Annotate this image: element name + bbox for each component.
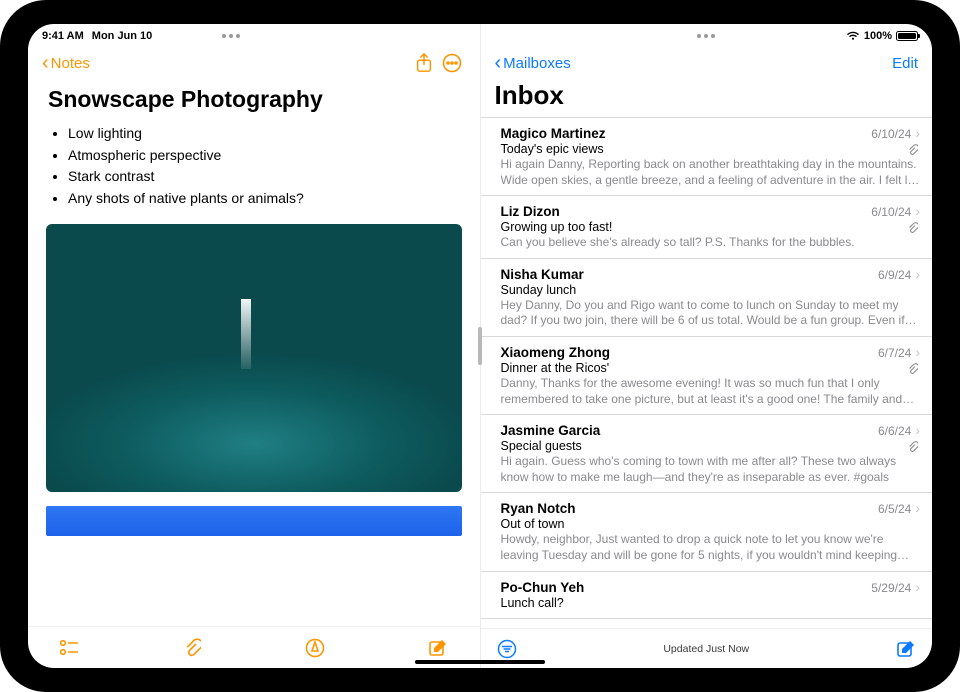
status-bar-right: 100% bbox=[481, 24, 933, 46]
notes-nav-bar: ‹ Notes bbox=[28, 46, 480, 80]
status-time: 9:41 AM bbox=[42, 30, 84, 42]
mail-bottom-toolbar: Updated Just Now bbox=[481, 628, 933, 668]
split-view-handle[interactable] bbox=[478, 327, 482, 365]
mail-date: 5/29/24 bbox=[871, 581, 911, 595]
pencil-tip-icon bbox=[305, 638, 325, 658]
chevron-right-icon: › bbox=[915, 344, 920, 360]
mail-date: 6/9/24 bbox=[878, 268, 911, 282]
checklist-button[interactable] bbox=[54, 639, 84, 657]
note-bullet: Stark contrast bbox=[68, 166, 462, 188]
note-image[interactable] bbox=[46, 224, 462, 492]
notes-back-button[interactable]: ‹ Notes bbox=[42, 53, 90, 73]
mail-app-pane: 100% ‹ Mailboxes Edit Inbox Magico Marti… bbox=[481, 24, 933, 668]
chevron-right-icon: › bbox=[915, 125, 920, 141]
chevron-right-icon: › bbox=[915, 266, 920, 282]
mail-preview: Howdy, neighbor, Just wanted to drop a q… bbox=[501, 532, 921, 563]
chevron-right-icon: › bbox=[915, 579, 920, 595]
multitask-dots-icon[interactable] bbox=[152, 34, 309, 38]
mail-sender: Ryan Notch bbox=[501, 501, 878, 516]
note-bullet: Any shots of native plants or animals? bbox=[68, 188, 462, 210]
mail-sender: Jasmine Garcia bbox=[501, 423, 878, 438]
screen: 9:41 AM Mon Jun 10 ‹ Notes bbox=[28, 24, 932, 668]
mail-sender: Liz Dizon bbox=[501, 204, 872, 219]
mail-item[interactable]: Magico Martinez 6/10/24 › Today's epic v… bbox=[481, 117, 933, 196]
mailboxes-back-label: Mailboxes bbox=[503, 55, 571, 72]
mail-message-list[interactable]: Magico Martinez 6/10/24 › Today's epic v… bbox=[481, 117, 933, 628]
wifi-icon bbox=[846, 31, 860, 41]
chevron-right-icon: › bbox=[915, 500, 920, 516]
note-title: Snowscape Photography bbox=[48, 86, 462, 113]
square-pencil-icon bbox=[428, 638, 448, 658]
mail-sender: Po-Chun Yeh bbox=[501, 580, 872, 595]
paperclip-icon bbox=[183, 638, 201, 658]
paperclip-icon bbox=[907, 363, 918, 375]
ipad-device-frame: 9:41 AM Mon Jun 10 ‹ Notes bbox=[0, 0, 960, 692]
chevron-right-icon: › bbox=[915, 422, 920, 438]
mail-subject: Sunday lunch bbox=[501, 283, 921, 297]
note-image-secondary[interactable] bbox=[46, 506, 462, 536]
paperclip-icon bbox=[907, 441, 918, 453]
mail-subject: Special guests bbox=[501, 439, 921, 453]
edit-button[interactable]: Edit bbox=[892, 55, 918, 72]
mailboxes-back-button[interactable]: ‹ Mailboxes bbox=[495, 53, 571, 73]
notes-bottom-toolbar bbox=[28, 626, 480, 668]
mail-date: 6/7/24 bbox=[878, 346, 911, 360]
mail-item[interactable]: Po-Chun Yeh 5/29/24 › Lunch call? bbox=[481, 572, 933, 619]
attachment-button[interactable] bbox=[177, 638, 207, 658]
notes-back-label: Notes bbox=[51, 55, 90, 72]
note-content-area[interactable]: Snowscape Photography Low lightingAtmosp… bbox=[28, 80, 480, 626]
battery-icon bbox=[896, 31, 918, 41]
updated-label: Updated Just Now bbox=[481, 643, 933, 655]
mail-date: 6/6/24 bbox=[878, 424, 911, 438]
status-bar-left: 9:41 AM Mon Jun 10 bbox=[28, 24, 480, 46]
note-bullet: Low lighting bbox=[68, 123, 462, 145]
note-bullet: Atmospheric perspective bbox=[68, 145, 462, 167]
mail-date: 6/10/24 bbox=[871, 205, 911, 219]
paperclip-icon bbox=[907, 222, 918, 234]
ellipsis-circle-icon bbox=[442, 53, 462, 73]
compose-note-button[interactable] bbox=[423, 638, 453, 658]
mail-date: 6/10/24 bbox=[871, 127, 911, 141]
share-icon bbox=[415, 53, 433, 73]
mail-preview: Danny, Thanks for the awesome evening! I… bbox=[501, 376, 921, 407]
mail-preview: Hey Danny, Do you and Rigo want to come … bbox=[501, 298, 921, 329]
mail-subject: Out of town bbox=[501, 517, 921, 531]
mail-item[interactable]: Jasmine Garcia 6/6/24 › Special guests H… bbox=[481, 415, 933, 493]
battery-percent: 100% bbox=[864, 30, 892, 42]
paperclip-icon bbox=[907, 144, 918, 156]
mail-subject: Dinner at the Ricos' bbox=[501, 361, 921, 375]
inbox-title: Inbox bbox=[481, 80, 933, 117]
mail-preview: Can you believe she's already so tall? P… bbox=[501, 235, 921, 251]
mail-item[interactable]: Xiaomeng Zhong 6/7/24 › Dinner at the Ri… bbox=[481, 337, 933, 415]
home-indicator[interactable] bbox=[415, 660, 545, 664]
mail-nav-bar: ‹ Mailboxes Edit bbox=[481, 46, 933, 80]
mail-item[interactable]: Ryan Notch 6/5/24 › Out of town Howdy, n… bbox=[481, 493, 933, 571]
chevron-left-icon: ‹ bbox=[42, 53, 49, 73]
checklist-icon bbox=[59, 639, 79, 657]
note-bullet-list: Low lightingAtmospheric perspectiveStark… bbox=[46, 123, 462, 210]
chevron-right-icon: › bbox=[915, 203, 920, 219]
notes-app-pane: 9:41 AM Mon Jun 10 ‹ Notes bbox=[28, 24, 481, 668]
mail-preview: Hi again. Guess who's coming to town wit… bbox=[501, 454, 921, 485]
chevron-left-icon: ‹ bbox=[495, 53, 502, 73]
multitask-dots-icon[interactable] bbox=[636, 34, 777, 38]
more-button[interactable] bbox=[438, 53, 466, 73]
share-button[interactable] bbox=[410, 53, 438, 73]
markup-button[interactable] bbox=[300, 638, 330, 658]
mail-sender: Nisha Kumar bbox=[501, 267, 878, 282]
mail-subject: Growing up too fast! bbox=[501, 220, 921, 234]
mail-date: 6/5/24 bbox=[878, 502, 911, 516]
mail-preview: Hi again Danny, Reporting back on anothe… bbox=[501, 157, 921, 188]
mail-item[interactable]: Nisha Kumar 6/9/24 › Sunday lunch Hey Da… bbox=[481, 259, 933, 337]
mail-subject: Lunch call? bbox=[501, 596, 921, 610]
mail-sender: Xiaomeng Zhong bbox=[501, 345, 878, 360]
mail-item[interactable]: Liz Dizon 6/10/24 › Growing up too fast!… bbox=[481, 196, 933, 259]
status-date: Mon Jun 10 bbox=[92, 30, 153, 42]
mail-sender: Magico Martinez bbox=[501, 126, 872, 141]
mail-subject: Today's epic views bbox=[501, 142, 921, 156]
